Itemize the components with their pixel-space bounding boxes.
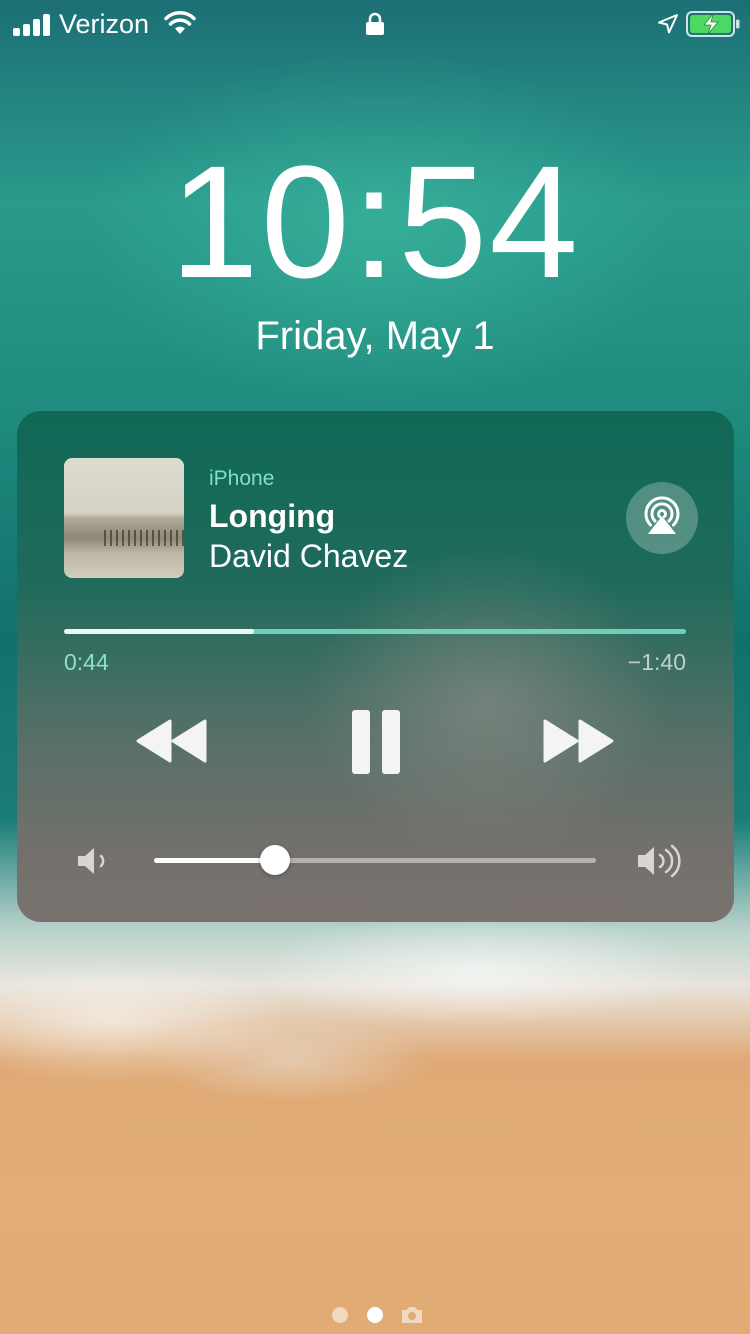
carrier-name: Verizon [59, 9, 150, 39]
artwork-beach-figures [104, 530, 184, 546]
now-playing-widget: iPhone Longing David Chavez 0:44 −1:40 [17, 411, 734, 922]
wallpaper-foam [0, 900, 750, 1110]
volume-high-icon [638, 844, 681, 878]
page-dot-1 [332, 1307, 348, 1323]
output-device-label: iPhone [209, 467, 275, 490]
airplay-icon [644, 496, 680, 534]
lock-icon [366, 12, 384, 35]
volume-low-icon [78, 848, 105, 874]
location-arrow-icon [658, 14, 678, 34]
playback-progress-fill [64, 629, 255, 634]
page-dot-2-current [367, 1307, 383, 1323]
elapsed-time: 0:44 [64, 649, 109, 675]
song-title: Longing [209, 498, 336, 534]
lock-screen-date: Friday, May 1 [255, 314, 495, 358]
page-indicator[interactable] [332, 1304, 426, 1326]
status-bar: Verizon [0, 0, 750, 50]
volume-slider-fill [154, 858, 276, 863]
airplay-button[interactable] [626, 482, 698, 554]
battery-charging-icon [686, 11, 740, 37]
volume-slider-thumb[interactable] [260, 845, 291, 875]
wifi-icon [164, 11, 196, 34]
rewind-icon[interactable] [136, 719, 208, 763]
volume-slider[interactable] [154, 845, 596, 875]
lock-screen: Verizon 10:54 Friday, May 1 iPhone Longi… [0, 0, 750, 1334]
signal-strength-icon [13, 14, 51, 36]
playback-progress-bar[interactable] [64, 629, 686, 634]
pause-icon[interactable] [351, 709, 401, 775]
remaining-time: −1:40 [627, 649, 686, 675]
fast-forward-icon[interactable] [542, 719, 614, 763]
artist-name: David Chavez [209, 538, 409, 574]
album-artwork[interactable] [64, 458, 184, 578]
lock-screen-time: 10:54 [169, 132, 581, 311]
camera-icon [402, 1307, 422, 1323]
